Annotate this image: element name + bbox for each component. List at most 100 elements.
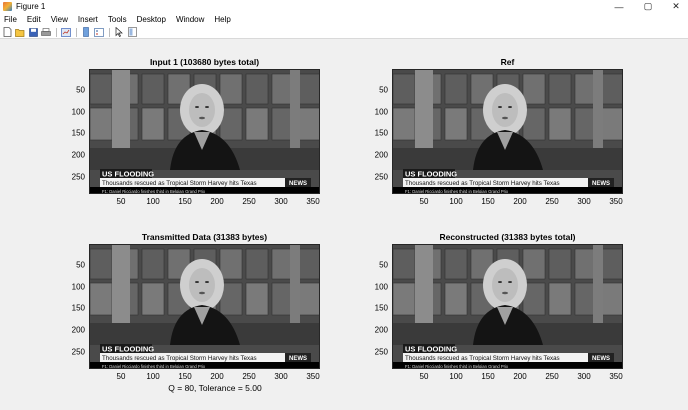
x-tick-label: 150 [481, 197, 495, 206]
x-tick-label: 150 [178, 197, 192, 206]
menu-window[interactable]: Window [171, 13, 209, 26]
menu-tools[interactable]: Tools [103, 13, 132, 26]
y-tick-label: 250 [71, 172, 85, 182]
plot-title: Transmitted Data (31383 bytes) [141, 232, 268, 242]
y-tick-label: 100 [374, 282, 388, 291]
x-tick-label: 100 [449, 197, 463, 206]
x-tick-label: 200 [210, 372, 224, 381]
menu-bar: File Edit View Insert Tools Desktop Wind… [0, 13, 688, 26]
menu-desktop[interactable]: Desktop [132, 13, 171, 26]
banner-text: US FLOODING [405, 170, 457, 179]
close-button[interactable]: ✕ [662, 0, 688, 13]
window-title: Figure 1 [16, 2, 46, 11]
x-tick-label: 300 [577, 372, 591, 381]
x-tick-label: 250 [242, 197, 256, 206]
x-tick-label: 300 [274, 197, 288, 206]
x-tick-label: 250 [545, 372, 559, 381]
maximize-button[interactable]: ▢ [634, 0, 662, 13]
insert-legend-icon[interactable] [94, 27, 104, 37]
x-tick-label: 100 [146, 197, 160, 206]
y-tick-label: 100 [374, 107, 388, 116]
print-icon[interactable] [41, 27, 51, 37]
banner-text: US FLOODING [102, 345, 154, 354]
banner-text: US FLOODING [102, 170, 154, 179]
image-frame: US FLOODING Thousands rescued as Tropical… [89, 244, 320, 369]
menu-file[interactable]: File [0, 13, 22, 26]
y-tick-label: 200 [71, 325, 85, 335]
y-tick-label: 100 [71, 107, 85, 116]
logo-text: NEWS [289, 356, 307, 362]
news-frame-image: US FLOODINGThousands rescued as Tropical… [90, 70, 319, 194]
quality-tolerance-label: Q = 80, Tolerance = 5.00 [168, 383, 262, 393]
property-inspector-icon[interactable] [127, 27, 137, 37]
new-figure-icon[interactable] [2, 27, 12, 37]
x-tick-label: 250 [545, 197, 559, 206]
ticker-text: F1: Daniel Ricciardo finishes third in B… [405, 189, 509, 194]
plot-title: Reconstructed (31383 bytes total) [439, 232, 576, 242]
news-frame-image: US FLOODINGThousands rescued as Tropical… [393, 245, 622, 369]
toolbar-separator [56, 27, 57, 37]
menu-view[interactable]: View [46, 13, 73, 26]
window-titlebar: Figure 1 — ▢ ✕ [0, 0, 688, 13]
y-tick-label: 50 [379, 85, 388, 95]
menu-insert[interactable]: Insert [73, 13, 103, 26]
x-tick-label: 300 [577, 197, 591, 206]
headline-text: Thousands rescued as Tropical Storm Harv… [405, 355, 560, 362]
x-tick-label: 100 [449, 372, 463, 381]
ticker-text: F1: Daniel Ricciardo finishes third in B… [102, 364, 206, 369]
y-tick-label: 250 [374, 172, 388, 182]
pointer-icon[interactable] [114, 27, 124, 37]
headline-text: Thousands rescued as Tropical Storm Harv… [102, 355, 257, 362]
plot-title: Ref [500, 57, 515, 67]
logo-text: NEWS [592, 181, 610, 187]
image-frame: US FLOODING Thousands rescued as Tropical… [89, 69, 320, 194]
image-frame: US FLOODING Thousands rescued as Tropical… [392, 244, 623, 369]
ticker-text: F1: Daniel Ricciardo finishes third in B… [405, 364, 509, 369]
x-tick-label: 200 [513, 372, 527, 381]
x-tick-label: 350 [306, 197, 320, 206]
minimize-button[interactable]: — [605, 0, 633, 13]
x-tick-label: 150 [481, 372, 495, 381]
y-tick-label: 200 [374, 150, 388, 160]
link-plot-icon[interactable] [61, 27, 71, 37]
x-tick-label: 200 [210, 197, 224, 206]
menu-help[interactable]: Help [209, 13, 235, 26]
axes-reconstructed[interactable]: Reconstructed (31383 bytes total) US FLO… [375, 232, 623, 381]
matlab-figure-icon [3, 2, 12, 11]
y-tick-label: 150 [71, 128, 85, 138]
headline-text: Thousands rescued as Tropical Storm Harv… [102, 180, 257, 187]
toolbar-separator [109, 27, 110, 37]
logo-text: NEWS [592, 356, 610, 362]
save-icon[interactable] [28, 27, 38, 37]
y-tick-label: 50 [76, 85, 85, 95]
plot-title: Input 1 (103680 bytes total) [149, 57, 260, 67]
menu-edit[interactable]: Edit [22, 13, 46, 26]
y-tick-label: 150 [374, 303, 388, 313]
y-tick-label: 200 [374, 325, 388, 335]
x-tick-label: 250 [242, 372, 256, 381]
y-tick-label: 250 [71, 347, 85, 357]
x-tick-label: 150 [178, 372, 192, 381]
banner-text: US FLOODING [405, 345, 457, 354]
y-tick-label: 250 [374, 347, 388, 357]
axes-transmitted[interactable]: Transmitted Data (31383 bytes) US FLOODI… [72, 232, 320, 381]
ticker-text: F1: Daniel Ricciardo finishes third in B… [102, 189, 206, 194]
image-frame: US FLOODING Thousands rescued as Tropical… [392, 69, 623, 194]
open-file-icon[interactable] [15, 27, 25, 37]
insert-colorbar-icon[interactable] [81, 27, 91, 37]
x-tick-label: 50 [116, 372, 126, 381]
axes-ref[interactable]: Ref US FLOODING Thousands rescued as Trop… [375, 57, 623, 206]
y-tick-label: 150 [374, 128, 388, 138]
y-tick-label: 200 [71, 150, 85, 160]
x-tick-label: 100 [146, 372, 160, 381]
x-tick-label: 200 [513, 197, 527, 206]
y-tick-label: 50 [76, 260, 85, 270]
news-frame-image: US FLOODINGThousands rescued as Tropical… [393, 70, 622, 194]
figure-toolbar [0, 26, 688, 39]
axes-input[interactable]: Input 1 (103680 bytes total) US FLOODING… [72, 57, 320, 206]
toolbar-separator [76, 27, 77, 37]
y-tick-label: 100 [71, 282, 85, 291]
news-frame-image: US FLOODINGThousands rescued as Tropical… [90, 245, 319, 369]
x-tick-label: 50 [419, 197, 429, 206]
x-tick-label: 300 [274, 372, 288, 381]
